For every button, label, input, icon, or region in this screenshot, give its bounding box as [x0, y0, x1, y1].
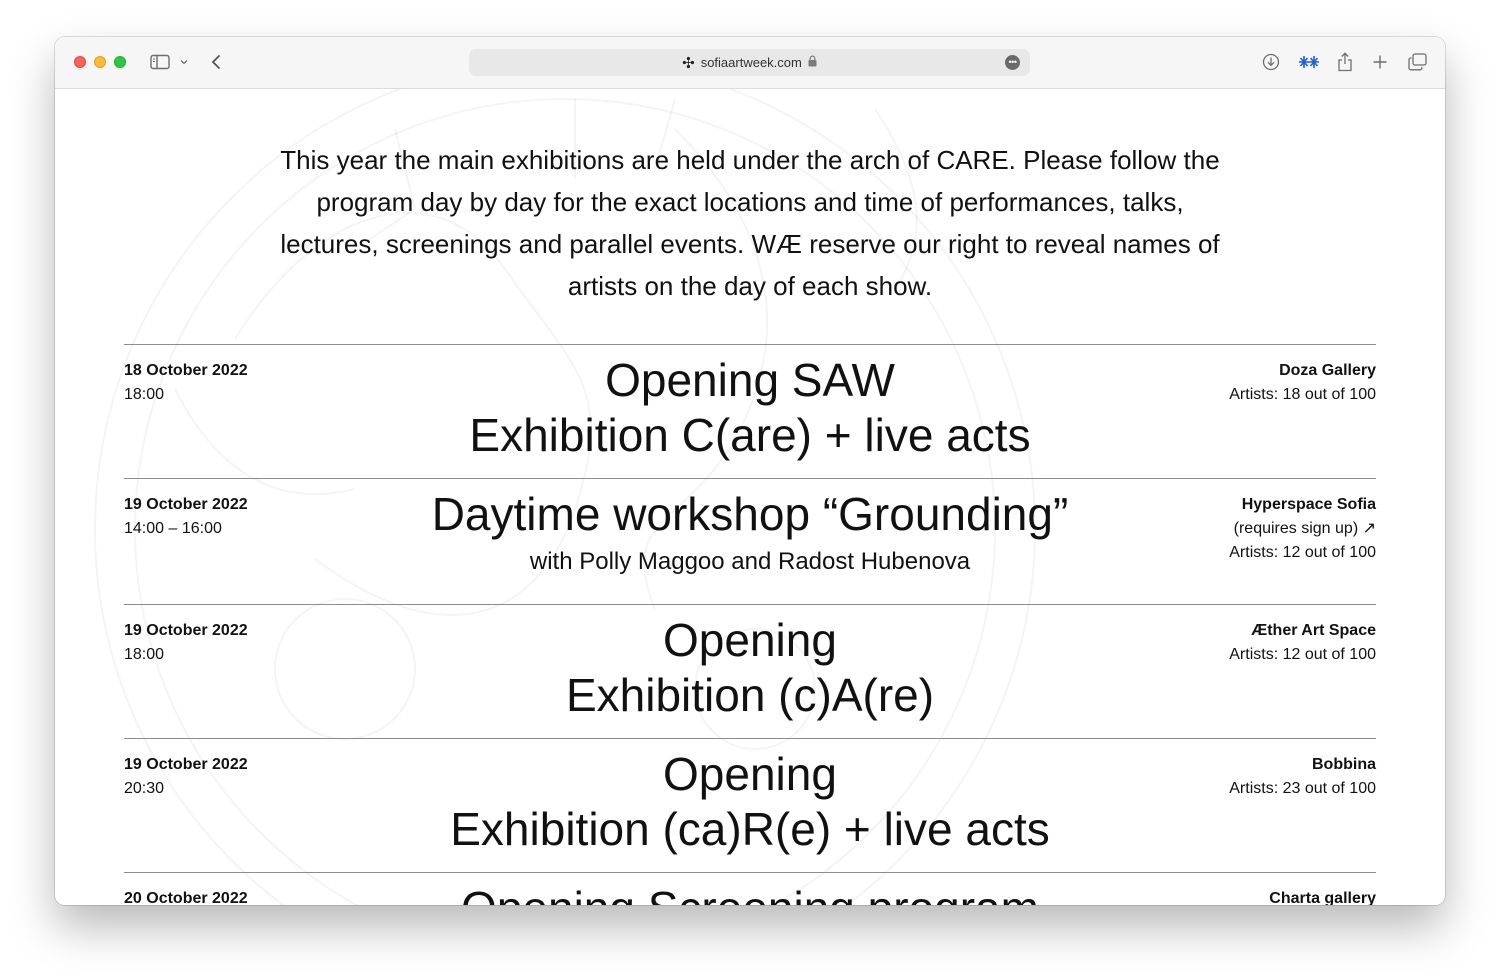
chevron-down-icon[interactable]: [179, 51, 189, 73]
event-datetime: 18 October 2022 18:00: [124, 359, 248, 407]
intro-text: This year the main exhibitions are held …: [255, 139, 1245, 307]
event-artists-count: Artists: 12 out of 100: [1229, 544, 1376, 561]
download-icon[interactable]: [1262, 51, 1280, 73]
event-title-line: Exhibition C(are) + live acts: [469, 409, 1031, 461]
intro-line: program day by day for the exact locatio…: [316, 187, 1184, 217]
share-icon[interactable]: [1337, 51, 1353, 73]
event-row[interactable]: 20 October 2022 Opening Screening progra…: [124, 872, 1376, 905]
site-favicon-icon: ✣: [682, 54, 695, 72]
event-venue[interactable]: Charta gallery: [1269, 887, 1376, 905]
event-datetime: 20 October 2022: [124, 887, 248, 905]
minimize-window-button[interactable]: [94, 56, 106, 68]
tab-overview-icon[interactable]: [1408, 51, 1427, 73]
url-text: sofiaartweek.com: [700, 55, 802, 70]
event-artists-count: Artists: 12 out of 100: [1229, 646, 1376, 663]
close-window-button[interactable]: [74, 56, 86, 68]
event-subtitle: with Polly Maggoo and Radost Hubenova: [529, 548, 971, 575]
event-venue[interactable]: Doza Gallery: [1229, 359, 1376, 383]
zoom-window-button[interactable]: [114, 56, 126, 68]
event-datetime: 19 October 2022 20:30: [124, 753, 248, 801]
event-row[interactable]: 18 October 2022 18:00 Opening SAW Exhibi…: [124, 344, 1376, 478]
event-title-line: Exhibition (ca)R(e) + live acts: [450, 803, 1050, 855]
event-date: 19 October 2022: [124, 496, 248, 513]
back-button[interactable]: [210, 51, 222, 73]
event-date: 20 October 2022: [124, 890, 248, 905]
event-title[interactable]: Opening Exhibition (c)A(re): [374, 613, 1126, 723]
event-venue-info: Bobbina Artists: 23 out of 100: [1229, 753, 1376, 801]
event-datetime: 19 October 2022 14:00 – 16:00: [124, 493, 248, 541]
event-title-line: Opening Screening program: [374, 881, 1126, 905]
event-time: 20:30: [124, 780, 165, 797]
event-title-line: Opening: [663, 614, 837, 666]
event-venue[interactable]: Hyperspace Sofia: [1229, 493, 1376, 517]
sidebar-toggle-icon[interactable]: [150, 51, 170, 73]
event-date: 19 October 2022: [124, 756, 248, 773]
event-time: 14:00 – 16:00: [124, 520, 222, 537]
event-venue-info: Hyperspace Sofia (requires sign up) ↗ Ar…: [1229, 493, 1376, 565]
browser-toolbar: ✣ sofiaartweek.com •••: [55, 37, 1445, 89]
event-row[interactable]: 19 October 2022 20:30 Opening Exhibition…: [124, 738, 1376, 872]
event-date: 18 October 2022: [124, 362, 248, 379]
event-list: 18 October 2022 18:00 Opening SAW Exhibi…: [124, 344, 1376, 905]
new-tab-icon[interactable]: [1372, 51, 1388, 73]
event-artists-count: Artists: 23 out of 100: [1229, 780, 1376, 797]
event-date: 19 October 2022: [124, 622, 248, 639]
event-venue-info: Æther Art Space Artists: 12 out of 100: [1229, 619, 1376, 667]
event-artists-count: Artists: 18 out of 100: [1229, 386, 1376, 403]
event-time: 18:00: [124, 386, 165, 403]
event-title[interactable]: Daytime workshop “Grounding” with Polly …: [374, 487, 1126, 577]
event-time: 18:00: [124, 646, 165, 663]
event-title[interactable]: Opening Exhibition (ca)R(e) + live acts: [374, 747, 1126, 857]
intro-line: artists on the day of each show.: [567, 271, 933, 301]
event-venue[interactable]: Bobbina: [1229, 753, 1376, 777]
event-venue[interactable]: Æther Art Space: [1229, 619, 1376, 643]
signup-link[interactable]: (requires sign up) ↗: [1229, 517, 1376, 541]
event-title-line: Exhibition (c)A(re): [565, 669, 935, 721]
event-title[interactable]: Opening Screening program: [374, 881, 1126, 905]
event-title-line: Daytime workshop “Grounding”: [431, 488, 1069, 540]
event-row[interactable]: 19 October 2022 18:00 Opening Exhibition…: [124, 604, 1376, 738]
web-page: This year the main exhibitions are held …: [55, 89, 1445, 905]
page-menu-icon[interactable]: •••: [1005, 55, 1020, 70]
event-datetime: 19 October 2022 18:00: [124, 619, 248, 667]
event-venue-info: Doza Gallery Artists: 18 out of 100: [1229, 359, 1376, 407]
address-bar[interactable]: ✣ sofiaartweek.com •••: [469, 49, 1030, 76]
event-venue-info: Charta gallery: [1269, 887, 1376, 905]
intro-line: This year the main exhibitions are held …: [280, 145, 1220, 175]
event-title-line: Opening: [663, 748, 837, 800]
event-title[interactable]: Opening SAW Exhibition C(are) + live act…: [374, 353, 1126, 463]
lock-icon: [808, 55, 817, 70]
intro-line: lectures, screenings and parallel events…: [280, 229, 1220, 259]
browser-window: ✣ sofiaartweek.com ••• This year the mai…: [55, 37, 1445, 905]
event-row[interactable]: 19 October 2022 14:00 – 16:00 Daytime wo…: [124, 478, 1376, 604]
event-title-line: Opening SAW: [605, 354, 895, 406]
extension-icon[interactable]: [1298, 51, 1320, 73]
